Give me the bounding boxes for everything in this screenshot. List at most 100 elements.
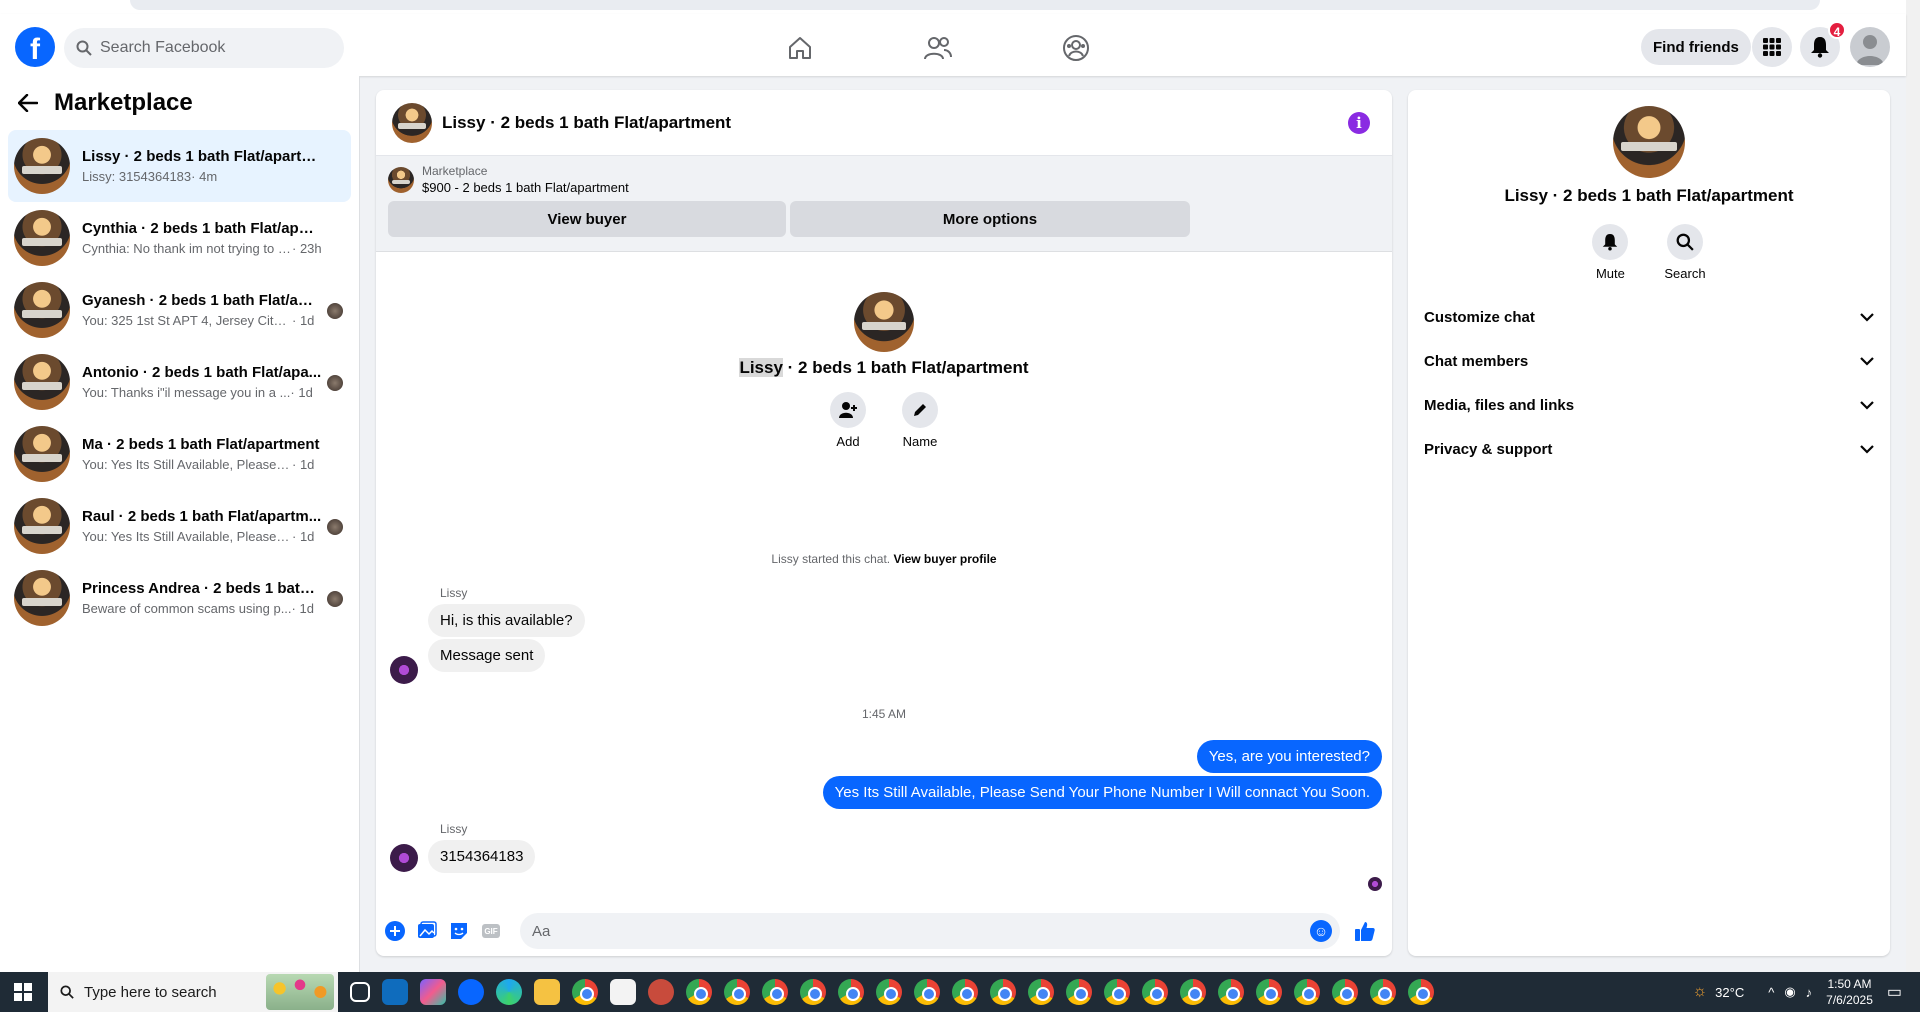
plus-icon[interactable] (384, 920, 406, 942)
chrome-icon[interactable] (800, 979, 826, 1005)
chrome-icon[interactable] (838, 979, 864, 1005)
incoming-message[interactable]: Message sent (428, 639, 546, 672)
chrome-icon[interactable] (990, 979, 1016, 1005)
chrome-icon[interactable] (1370, 979, 1396, 1005)
chrome-icon[interactable] (1066, 979, 1092, 1005)
chrome-icon[interactable] (1028, 979, 1054, 1005)
info-listing-photo[interactable] (1613, 106, 1685, 178)
pinned-app-icon[interactable] (648, 979, 674, 1005)
chrome-icon[interactable] (1218, 979, 1244, 1005)
incoming-message[interactable]: 3154364183 (428, 840, 536, 873)
info-section-row[interactable]: Chat members (1408, 339, 1890, 383)
chrome-icon[interactable] (1142, 979, 1168, 1005)
search-in-chat-button[interactable]: Search (1664, 224, 1706, 281)
chat-listing-thumbnail[interactable] (392, 102, 432, 143)
conversation-title: Raul · 2 beds 1 bath Flat/apartm... (82, 508, 322, 525)
search-icon (60, 985, 74, 999)
facebook-app-icon[interactable] (458, 979, 484, 1005)
groups-icon[interactable] (1056, 28, 1096, 68)
listing-thumbnail[interactable] (388, 166, 414, 193)
read-receipt-avatar (327, 375, 343, 391)
conversation-text: Princess Andrea · 2 beds 1 bath ... Bewar… (82, 580, 322, 616)
thumbs-up-icon[interactable] (1354, 920, 1376, 942)
windows-start-icon[interactable] (14, 983, 32, 1001)
address-bar[interactable] (130, 0, 1820, 10)
chrome-icon[interactable] (762, 979, 788, 1005)
taskbar-search-input[interactable]: Type here to search (48, 972, 338, 1012)
sender-avatar[interactable] (390, 656, 418, 684)
friends-icon[interactable] (918, 28, 958, 68)
chrome-icon[interactable] (724, 979, 750, 1005)
gif-icon[interactable]: GIF (480, 920, 502, 942)
page-scrollbar[interactable] (1906, 0, 1920, 972)
edge-icon[interactable] (496, 979, 522, 1005)
listing-price-title[interactable]: $900 - 2 beds 1 bath Flat/apartment (422, 180, 629, 195)
file-explorer-icon[interactable] (534, 979, 560, 1005)
conversation-snippet: You: Thanks i"il message you in a ... (82, 385, 291, 400)
info-icon[interactable]: i (1348, 112, 1370, 134)
add-people-button[interactable]: Add (830, 392, 866, 449)
incoming-message[interactable]: Hi, is this available? (428, 604, 585, 637)
info-section-row[interactable]: Customize chat (1408, 295, 1890, 339)
conversation-item[interactable]: Princess Andrea · 2 beds 1 bath ... Bewar… (8, 562, 351, 634)
notification-center-icon[interactable]: ▭ (1887, 982, 1902, 1002)
message-input[interactable]: Aa ☺ (520, 913, 1340, 949)
sticker-icon[interactable] (448, 920, 470, 942)
conversation-title: Princess Andrea · 2 beds 1 bath ... (82, 580, 322, 597)
tray-chevron-icon[interactable]: ^ (1768, 985, 1774, 1000)
conversation-item[interactable]: Cynthia · 2 beds 1 bath Flat/apart... Cyn… (8, 202, 351, 274)
taskbar-clock[interactable]: 1:50 AM 7/6/2025 (1826, 976, 1873, 1008)
outgoing-message[interactable]: Yes, are you interested? (1196, 740, 1382, 773)
notifications-button[interactable]: 4 (1800, 21, 1846, 67)
network-icon[interactable]: ◉ (1784, 984, 1795, 1000)
facebook-logo[interactable]: f (15, 27, 55, 67)
conversation-text: Gyanesh · 2 beds 1 bath Flat/apa... You: … (82, 292, 322, 328)
system-tray: ☼ 32°C ^ ◉ ♪ 1:50 AM 7/6/2025 ▭ (1692, 972, 1920, 1012)
conversation-time: · 1d (291, 601, 314, 616)
back-arrow-icon[interactable] (18, 94, 38, 112)
chrome-icon[interactable] (952, 979, 978, 1005)
chrome-icon[interactable] (914, 979, 940, 1005)
menu-grid-button[interactable] (1752, 27, 1792, 67)
conversation-item[interactable]: Raul · 2 beds 1 bath Flat/apartm... You: … (8, 490, 351, 562)
info-section-row[interactable]: Privacy & support (1408, 427, 1890, 471)
conversation-item[interactable]: Antonio · 2 beds 1 bath Flat/apa... You: … (8, 346, 351, 418)
view-buyer-profile-link[interactable]: View buyer profile (893, 552, 996, 566)
name-chat-button[interactable]: Name (902, 392, 938, 449)
mute-button[interactable]: Mute (1592, 224, 1629, 281)
more-options-button[interactable]: More options (790, 201, 1190, 237)
conversation-item[interactable]: Gyanesh · 2 beds 1 bath Flat/apa... You: … (8, 274, 351, 346)
chrome-icon[interactable] (1180, 979, 1206, 1005)
outgoing-message[interactable]: Yes Its Still Available, Please Send You… (822, 776, 1382, 809)
chrome-icon[interactable] (876, 979, 902, 1005)
chrome-icon[interactable] (1408, 979, 1434, 1005)
conversation-item[interactable]: Lissy · 2 beds 1 bath Flat/apartment Liss… (8, 130, 351, 202)
conversation-item[interactable]: Ma · 2 beds 1 bath Flat/apartment You: Ye… (8, 418, 351, 490)
facebook-search-input[interactable]: Search Facebook (64, 28, 344, 68)
temperature[interactable]: 32°C (1715, 985, 1744, 1000)
chrome-icon[interactable] (1294, 979, 1320, 1005)
account-avatar[interactable] (1850, 27, 1890, 67)
chrome-icon[interactable] (1104, 979, 1130, 1005)
weather-icon[interactable]: ☼ (1692, 983, 1707, 1001)
chrome-icon[interactable] (572, 979, 598, 1005)
volume-icon[interactable]: ♪ (1806, 985, 1813, 1000)
started-text: Lissy started this chat. (771, 552, 894, 566)
info-section-row[interactable]: Media, files and links (1408, 383, 1890, 427)
emoji-icon[interactable]: ☺ (1310, 920, 1332, 942)
store-icon[interactable] (610, 979, 636, 1005)
chrome-icon[interactable] (686, 979, 712, 1005)
clock-time: 1:50 AM (1827, 977, 1872, 991)
find-friends-button[interactable]: Find friends (1641, 29, 1751, 65)
copilot-icon[interactable] (420, 979, 446, 1005)
conversation-time: · 23h (292, 241, 322, 256)
home-icon[interactable] (780, 28, 820, 68)
outlook-icon[interactable] (382, 979, 408, 1005)
photo-icon[interactable] (416, 920, 438, 942)
message-sender-name: Lissy (440, 822, 468, 836)
chrome-icon[interactable] (1256, 979, 1282, 1005)
task-view-icon[interactable] (350, 982, 370, 1002)
sender-avatar[interactable] (390, 844, 418, 872)
chrome-icon[interactable] (1332, 979, 1358, 1005)
view-buyer-button[interactable]: View buyer (388, 201, 786, 237)
